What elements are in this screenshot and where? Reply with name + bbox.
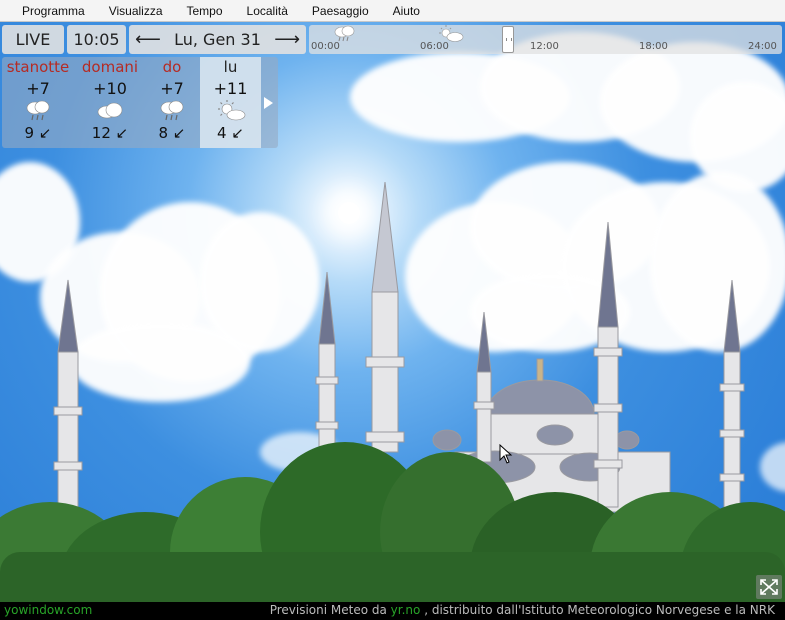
toolbar: LIVE 10:05 ⟵ Lu, Gen 31 ⟶ 00:00 06:00 12… bbox=[0, 25, 785, 55]
rain-cloud-icon bbox=[26, 100, 50, 121]
current-time: 10:05 bbox=[67, 25, 126, 54]
menu-bar: Programma Visualizza Tempo Località Paes… bbox=[0, 0, 785, 22]
day-temperature: +7 bbox=[26, 79, 50, 98]
mouse-cursor-icon bbox=[499, 444, 513, 464]
forecast-panel: stanotte +7 9 ↙ domani +10 12 ↙ do +7 8 … bbox=[2, 57, 278, 148]
day-name: do bbox=[162, 58, 182, 76]
day-name: stanotte bbox=[6, 58, 70, 76]
timeline-label-1800: 18:00 bbox=[639, 41, 668, 52]
day-wind: 12 ↙ bbox=[91, 124, 129, 142]
menu-localita[interactable]: Località bbox=[235, 4, 300, 18]
live-button[interactable]: LIVE bbox=[2, 25, 64, 54]
day-wind: 4 ↙ bbox=[217, 124, 244, 142]
day-temperature: +10 bbox=[93, 79, 127, 98]
day-wind: 8 ↙ bbox=[158, 124, 186, 142]
brand-link[interactable]: yowindow.com bbox=[4, 603, 92, 617]
timeline-label-2400: 24:00 bbox=[748, 41, 777, 52]
cloud-icon bbox=[97, 102, 123, 119]
day-wind: 9 ↙ bbox=[24, 124, 52, 142]
menu-tempo[interactable]: Tempo bbox=[175, 4, 235, 18]
timeline-handle[interactable] bbox=[502, 26, 514, 53]
day-name: domani bbox=[81, 58, 139, 76]
forecast-next-icon[interactable] bbox=[264, 97, 273, 109]
menu-paesaggio[interactable]: Paesaggio bbox=[300, 4, 381, 18]
timeline-slider[interactable]: 00:00 06:00 12:00 18:00 24:00 bbox=[309, 25, 782, 54]
credit-prefix: Previsioni Meteo da bbox=[269, 603, 391, 617]
timeline-label-0000: 00:00 bbox=[311, 41, 340, 52]
day-name: lu bbox=[223, 58, 238, 76]
forecast-day-do[interactable]: do +7 8 ↙ bbox=[146, 57, 198, 148]
fullscreen-icon bbox=[760, 579, 778, 595]
menu-aiuto[interactable]: Aiuto bbox=[381, 4, 432, 18]
forecast-day-stanotte[interactable]: stanotte +7 9 ↙ bbox=[2, 57, 74, 148]
sun-cloud-icon bbox=[217, 100, 245, 121]
timeline-label-0600: 06:00 bbox=[420, 41, 449, 52]
credit-suffix: , distribuito dall'Istituto Meteorologic… bbox=[424, 603, 775, 617]
date-navigator: ⟵ Lu, Gen 31 ⟶ bbox=[129, 25, 306, 54]
current-date: Lu, Gen 31 bbox=[174, 30, 261, 49]
day-temperature: +11 bbox=[213, 79, 248, 98]
status-bar: yowindow.com Previsioni Meteo da yr.no ,… bbox=[0, 602, 785, 620]
yr-link[interactable]: yr.no bbox=[391, 603, 421, 617]
day-temperature: +7 bbox=[160, 79, 184, 98]
menu-visualizza[interactable]: Visualizza bbox=[97, 4, 175, 18]
timeline-label-1200: 12:00 bbox=[530, 41, 559, 52]
arrow-left-icon[interactable]: ⟵ bbox=[135, 29, 161, 50]
arrow-right-icon[interactable]: ⟶ bbox=[274, 29, 300, 50]
credits-text: Previsioni Meteo da yr.no , distribuito … bbox=[270, 603, 775, 617]
forecast-day-lu[interactable]: lu +11 4 ↙ bbox=[200, 57, 261, 148]
rain-cloud-icon bbox=[160, 100, 184, 121]
forecast-day-domani[interactable]: domani +10 12 ↙ bbox=[76, 57, 144, 148]
menu-programma[interactable]: Programma bbox=[10, 4, 97, 18]
fullscreen-button[interactable] bbox=[756, 575, 782, 599]
